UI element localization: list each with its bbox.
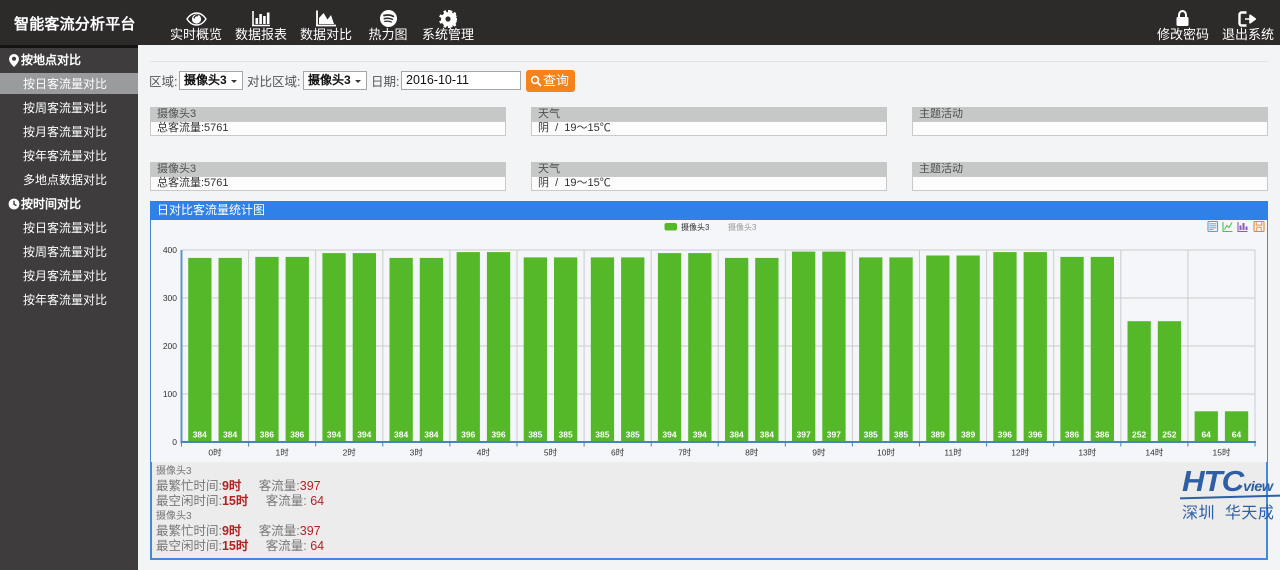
svg-text:8时: 8时 [745,448,759,458]
svg-text:394: 394 [693,430,707,440]
svg-text:252: 252 [1162,430,1176,440]
svg-text:385: 385 [894,430,908,440]
svg-text:396: 396 [461,430,475,440]
svg-text:396: 396 [491,430,505,440]
svg-text:200: 200 [163,341,177,351]
svg-text:384: 384 [223,430,237,440]
svg-text:6时: 6时 [611,448,625,458]
svg-text:384: 384 [394,430,408,440]
svg-text:3时: 3时 [410,448,424,458]
svg-text:384: 384 [760,430,774,440]
svg-text:394: 394 [327,430,341,440]
svg-text:396: 396 [998,430,1012,440]
svg-text:252: 252 [1132,430,1146,440]
svg-text:396: 396 [1028,430,1042,440]
svg-text:386: 386 [1095,430,1109,440]
svg-text:摄像头3: 摄像头3 [681,222,710,232]
svg-text:摄像头3: 摄像头3 [728,222,757,232]
svg-text:384: 384 [730,430,744,440]
svg-text:385: 385 [528,430,542,440]
svg-text:100: 100 [163,389,177,399]
svg-text:15时: 15时 [1213,448,1231,458]
svg-text:2时: 2时 [343,448,357,458]
svg-text:386: 386 [290,430,304,440]
svg-text:14时: 14时 [1145,448,1163,458]
svg-text:394: 394 [662,430,676,440]
svg-text:5时: 5时 [544,448,558,458]
svg-text:384: 384 [193,430,207,440]
svg-text:11时: 11时 [944,448,962,458]
svg-text:385: 385 [864,430,878,440]
svg-text:385: 385 [559,430,573,440]
svg-text:384: 384 [424,430,438,440]
svg-text:389: 389 [931,430,945,440]
svg-text:394: 394 [357,430,371,440]
svg-text:1时: 1时 [275,448,289,458]
svg-text:397: 397 [827,430,841,440]
svg-text:13时: 13时 [1078,448,1096,458]
svg-text:64: 64 [1232,430,1242,440]
svg-text:7时: 7时 [678,448,692,458]
svg-text:12时: 12时 [1011,448,1029,458]
svg-text:386: 386 [260,430,274,440]
svg-text:0: 0 [172,437,177,447]
svg-text:385: 385 [595,430,609,440]
svg-text:0时: 0时 [208,448,222,458]
svg-text:9时: 9时 [812,448,826,458]
svg-text:400: 400 [163,245,177,255]
svg-text:397: 397 [797,430,811,440]
svg-text:389: 389 [961,430,975,440]
svg-text:300: 300 [163,293,177,303]
svg-text:64: 64 [1201,430,1211,440]
svg-text:386: 386 [1065,430,1079,440]
svg-text:10时: 10时 [877,448,895,458]
svg-text:4时: 4时 [477,448,491,458]
svg-text:385: 385 [626,430,640,440]
